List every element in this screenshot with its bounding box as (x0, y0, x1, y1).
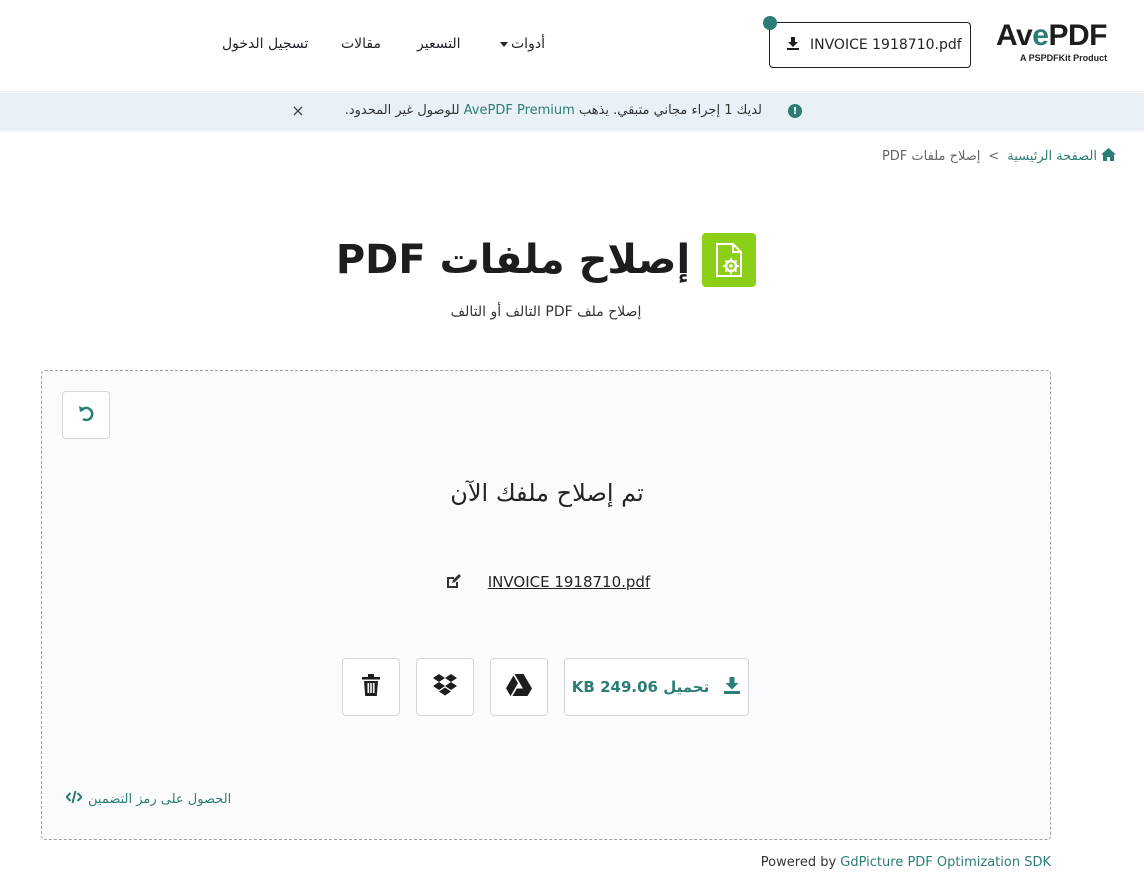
breadcrumb-current: إصلاح ملفات PDF (881, 149, 981, 164)
trash-icon (361, 674, 381, 700)
result-panel: تم إصلاح ملفك الآن INVOICE 1918710.pdf ت… (41, 370, 1051, 840)
home-icon (1101, 148, 1116, 165)
page-title: إصلاح ملفات PDF (335, 237, 691, 283)
nav-tools-label: أدوات (511, 36, 545, 52)
powered-by: Powered by GdPicture PDF Optimization SD… (760, 855, 1051, 870)
google-drive-icon (506, 674, 532, 700)
code-icon (65, 790, 83, 807)
download-icon (723, 676, 741, 698)
download-label: تحميل 249.06 KB (571, 678, 710, 696)
breadcrumb-home[interactable]: الصفحة الرئيسية (1007, 148, 1116, 165)
save-to-dropbox-button[interactable] (416, 658, 474, 716)
save-to-google-drive-button[interactable] (490, 658, 548, 716)
download-button[interactable]: تحميل 249.06 KB (564, 658, 749, 716)
page-heading: إصلاح ملفات PDF (0, 232, 1092, 288)
breadcrumb-separator: > (988, 149, 1000, 164)
status-dot (763, 16, 777, 30)
avepdf-logo[interactable]: AvePDF A PSPDFKit Product (996, 20, 1120, 68)
dropbox-icon (433, 674, 457, 700)
delete-button[interactable] (342, 658, 400, 716)
caret-down-icon (500, 41, 508, 47)
result-file-row: INVOICE 1918710.pdf (42, 573, 1052, 591)
redo-icon (75, 402, 97, 428)
repair-file-icon (702, 233, 757, 287)
premium-link[interactable]: AvePDF Premium (464, 103, 575, 118)
notice-text: لديك 1 إجراء مجاني متبقي. يذهب AvePDF Pr… (344, 103, 762, 118)
result-file-name[interactable]: INVOICE 1918710.pdf (488, 573, 651, 591)
sdk-link[interactable]: GdPicture PDF Optimization SDK (840, 855, 1051, 870)
result-title: تم إصلاح ملفك الآن (450, 479, 644, 507)
current-file-button[interactable]: INVOICE 1918710.pdf (763, 16, 971, 68)
info-icon: ! (788, 104, 802, 118)
logo-text: AvePDF (996, 19, 1107, 52)
page-subtitle: إصلاح ملف PDF التالف أو التالف (450, 304, 642, 320)
logo-subtitle: A PSPDFKit Product (1020, 53, 1108, 63)
close-icon[interactable]: × (290, 101, 306, 121)
nav-articles[interactable]: مقالات (341, 36, 381, 52)
get-embed-code-link[interactable]: الحصول على رمز التضمين (65, 790, 231, 807)
current-file-name: INVOICE 1918710.pdf (810, 37, 962, 53)
breadcrumb: الصفحة الرئيسية > إصلاح ملفات PDF (882, 148, 1116, 165)
nav-tools[interactable]: أدوات (500, 36, 545, 52)
top-header: AvePDF A PSPDFKit Product INVOICE 191871… (0, 0, 1144, 92)
free-actions-notice: لديك 1 إجراء مجاني متبقي. يذهب AvePDF Pr… (0, 93, 1144, 131)
start-over-button[interactable] (62, 391, 110, 439)
nav-login[interactable]: تسجيل الدخول (222, 36, 308, 52)
nav-pricing[interactable]: التسعير (417, 36, 461, 52)
download-icon (786, 36, 800, 54)
edit-icon[interactable] (444, 573, 462, 591)
result-actions: تحميل 249.06 KB (342, 658, 749, 716)
